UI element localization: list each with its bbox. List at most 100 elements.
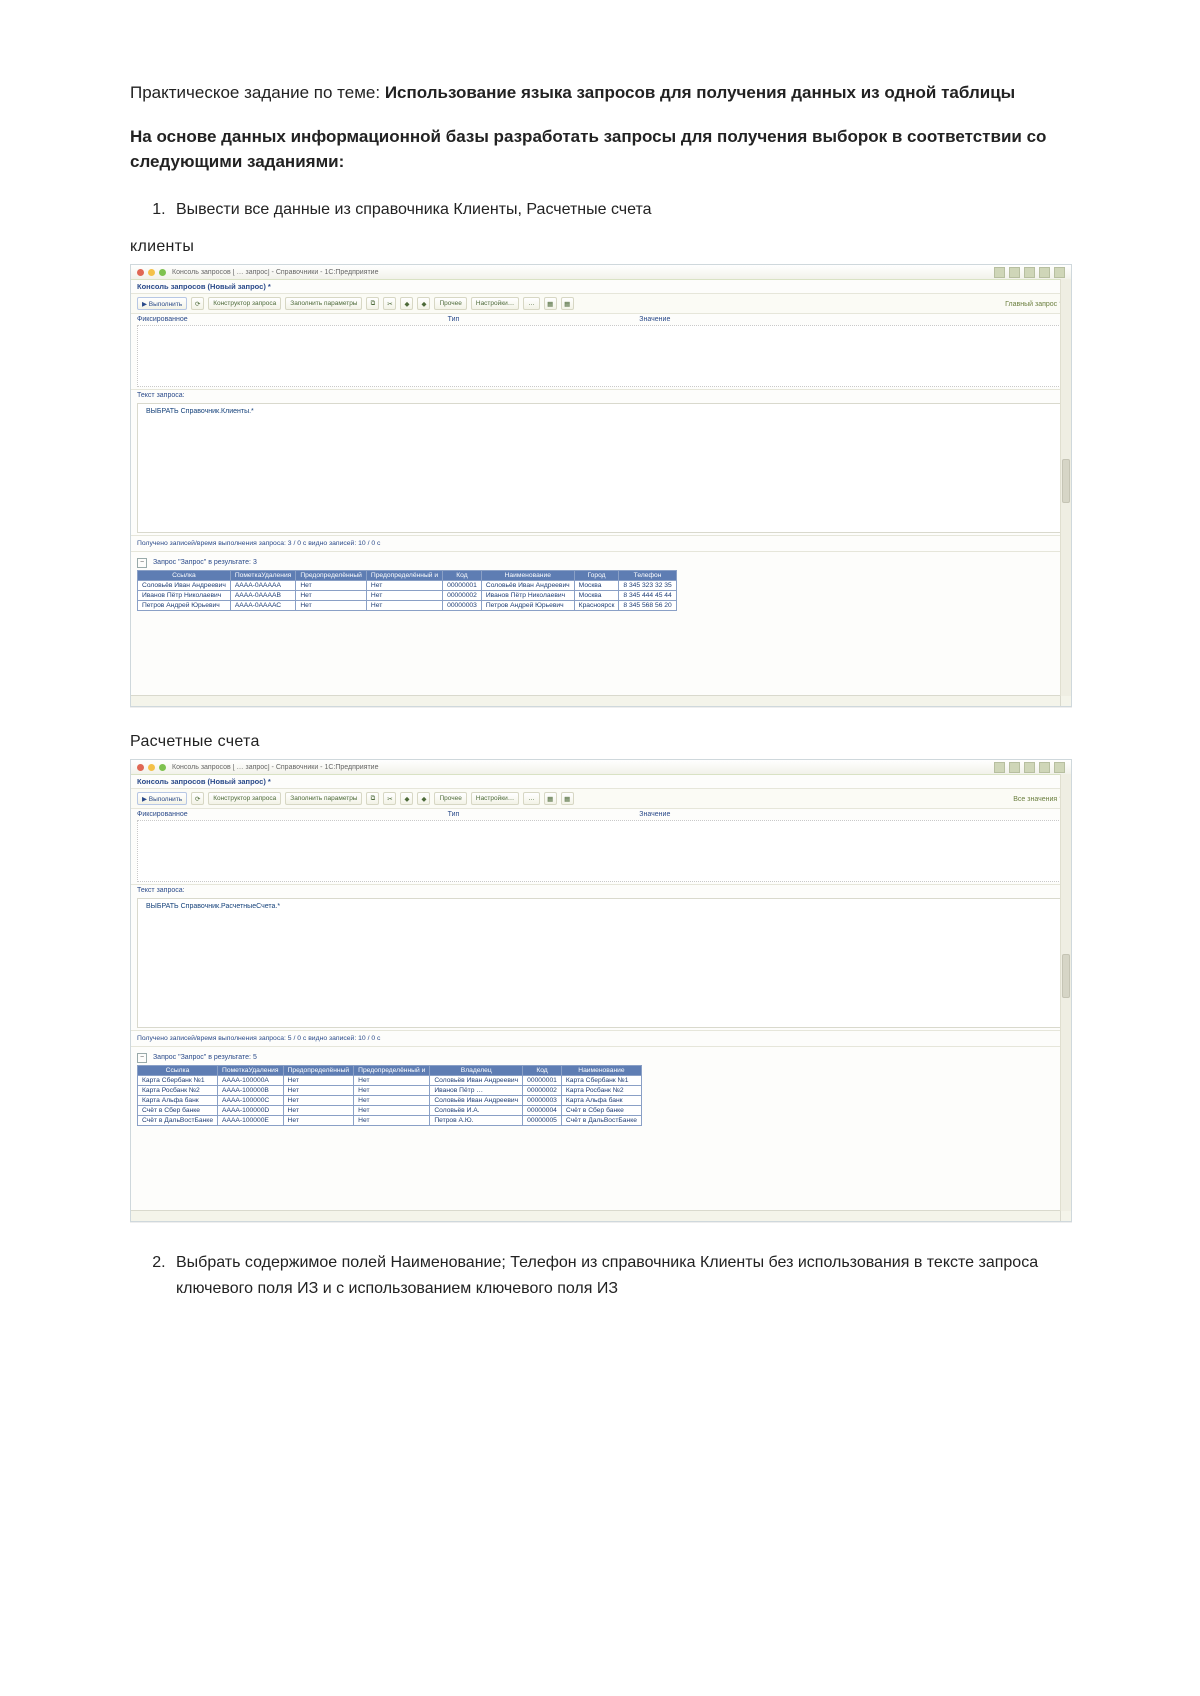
winbtn-icon[interactable] <box>1054 762 1065 773</box>
table-cell: Соловьёв Иван Андреевич <box>430 1076 523 1086</box>
param-col-file: Фиксированное <box>137 811 188 818</box>
params-button[interactable]: Заполнить параметры <box>285 297 362 310</box>
copy-icon[interactable]: ⧉ <box>366 792 379 805</box>
params-button[interactable]: Заполнить параметры <box>285 792 362 805</box>
column-header[interactable]: Телефон <box>619 571 676 581</box>
copy-icon[interactable]: ⧉ <box>366 297 379 310</box>
winbtn-icon[interactable] <box>1009 762 1020 773</box>
grid-icon[interactable]: ▦ <box>561 792 574 805</box>
cut-icon[interactable]: ✂ <box>383 792 396 805</box>
task-title: Практическое задание по теме: Использова… <box>130 80 1070 106</box>
table-cell: Карта Альфа банк <box>561 1096 641 1106</box>
task-list-2: Выбрать содержимое полей Наименование; Т… <box>170 1250 1070 1301</box>
winbtn-icon[interactable] <box>994 267 1005 278</box>
table-cell: 00000003 <box>523 1096 562 1106</box>
table-cell: 00000005 <box>523 1116 562 1126</box>
table-cell: АААА-100000С <box>218 1096 284 1106</box>
column-header[interactable]: Код <box>523 1066 562 1076</box>
grid-icon[interactable]: ▦ <box>561 297 574 310</box>
query-stats: Получено записей/время выполнения запрос… <box>131 535 1071 552</box>
table-cell: 00000001 <box>443 581 482 591</box>
vertical-scrollbar[interactable] <box>1060 774 1071 1211</box>
column-header[interactable]: Предопределённый и <box>354 1066 430 1076</box>
close-icon[interactable] <box>137 269 144 276</box>
task-item-1: Вывести все данные из справочника Клиент… <box>170 197 1070 223</box>
winbtn-icon[interactable] <box>1054 267 1065 278</box>
query-textarea[interactable]: ВЫБРАТЬ Справочник.Клиенты.* <box>137 403 1065 533</box>
params-area[interactable] <box>137 325 1065 387</box>
tree-collapse-icon[interactable]: − <box>137 558 147 568</box>
more-button[interactable]: … <box>523 297 540 310</box>
table-cell: Счёт в Сбер банке <box>561 1106 641 1116</box>
winbtn-icon[interactable] <box>1024 267 1035 278</box>
settings-button[interactable]: Настройки… <box>471 792 519 805</box>
minimize-icon[interactable] <box>148 764 155 771</box>
table-row[interactable]: Карта Сбербанк №1АААА-100000АНетНетСолов… <box>138 1076 642 1086</box>
column-header[interactable]: Город <box>574 571 619 581</box>
settings-button[interactable]: Настройки… <box>471 297 519 310</box>
vertical-scrollbar[interactable] <box>1060 279 1071 696</box>
minimize-icon[interactable] <box>148 269 155 276</box>
column-header[interactable]: Предопределённый <box>283 1066 354 1076</box>
execute-button[interactable]: ▶ Выполнить <box>137 792 187 805</box>
table-row[interactable]: Соловьёв Иван АндреевичАААА-0АААААНетНет… <box>138 581 677 591</box>
table-cell: Нет <box>354 1106 430 1116</box>
table-cell: Москва <box>574 581 619 591</box>
builder-button[interactable]: Конструктор запроса <box>208 297 281 310</box>
toolbar: ▶ Выполнить ⟳ Конструктор запроса Заполн… <box>131 294 1071 314</box>
tab-title[interactable]: Консоль запросов (Новый запрос) * <box>131 775 1071 789</box>
column-header[interactable]: Предопределённый <box>296 571 367 581</box>
column-header[interactable]: Ссылка <box>138 1066 218 1076</box>
winbtn-icon[interactable] <box>1039 267 1050 278</box>
save-icon[interactable]: ▦ <box>544 792 557 805</box>
table-row[interactable]: Счёт в Сбер банкеАААА-100000DНетНетСолов… <box>138 1106 642 1116</box>
table-cell: Петров Андрей Юрьевич <box>138 601 231 611</box>
table-cell: Счёт в Сбер банке <box>138 1106 218 1116</box>
column-header[interactable]: ПометкаУдаления <box>230 571 296 581</box>
winbtn-icon[interactable] <box>994 762 1005 773</box>
tools-button[interactable]: Прочее <box>434 297 466 310</box>
column-header[interactable]: Ссылка <box>138 571 231 581</box>
table-row[interactable]: Иванов Пётр НиколаевичАААА-0ААААВНетНет0… <box>138 591 677 601</box>
execute-button[interactable]: ▶ Выполнить <box>137 297 187 310</box>
table-row[interactable]: Карта Альфа банкАААА-100000СНетНетСоловь… <box>138 1096 642 1106</box>
winbtn-icon[interactable] <box>1009 267 1020 278</box>
query-textarea[interactable]: ВЫБРАТЬ Справочник.РасчетныеСчета.* <box>137 898 1065 1028</box>
winbtn-icon[interactable] <box>1039 762 1050 773</box>
prev-icon[interactable]: ◆ <box>400 297 413 310</box>
table-cell: Карта Росбанк №2 <box>138 1086 218 1096</box>
column-header[interactable]: Наименование <box>481 571 574 581</box>
table-cell: АААА-0ААААС <box>230 601 296 611</box>
next-icon[interactable]: ◆ <box>417 297 430 310</box>
next-icon[interactable]: ◆ <box>417 792 430 805</box>
column-header[interactable]: Владелец <box>430 1066 523 1076</box>
close-icon[interactable] <box>137 764 144 771</box>
winbtn-icon[interactable] <box>1024 762 1035 773</box>
table-row[interactable]: Счёт в ДальВостБанкеАААА-100000ЕНетНетПе… <box>138 1116 642 1126</box>
table-row[interactable]: Карта Росбанк №2АААА-100000ВНетНетИванов… <box>138 1086 642 1096</box>
save-icon[interactable]: ▦ <box>544 297 557 310</box>
cut-icon[interactable]: ✂ <box>383 297 396 310</box>
table-cell: 8 345 568 56 20 <box>619 601 676 611</box>
tree-collapse-icon[interactable]: − <box>137 1053 147 1063</box>
prev-icon[interactable]: ◆ <box>400 792 413 805</box>
params-area[interactable] <box>137 820 1065 882</box>
table-cell: Счёт в ДальВостБанке <box>561 1116 641 1126</box>
column-header[interactable]: Предопределённый и <box>366 571 442 581</box>
tab-title[interactable]: Консоль запросов (Новый запрос) * <box>131 280 1071 294</box>
tools-button[interactable]: Прочее <box>434 792 466 805</box>
column-header[interactable]: Код <box>443 571 482 581</box>
refresh-icon[interactable]: ⟳ <box>191 297 204 310</box>
table-row[interactable]: Петров Андрей ЮрьевичАААА-0ААААСНетНет00… <box>138 601 677 611</box>
maximize-icon[interactable] <box>159 764 166 771</box>
results-panel: − Запрос "Запрос" в результате: 3 Ссылка… <box>131 552 1071 695</box>
maximize-icon[interactable] <box>159 269 166 276</box>
task-prefix: Практическое задание по теме: <box>130 83 385 102</box>
table-cell: Карта Сбербанк №1 <box>138 1076 218 1086</box>
column-header[interactable]: ПометкаУдаления <box>218 1066 284 1076</box>
builder-button[interactable]: Конструктор запроса <box>208 792 281 805</box>
table-cell: АААА-100000В <box>218 1086 284 1096</box>
more-button[interactable]: … <box>523 792 540 805</box>
refresh-icon[interactable]: ⟳ <box>191 792 204 805</box>
column-header[interactable]: Наименование <box>561 1066 641 1076</box>
